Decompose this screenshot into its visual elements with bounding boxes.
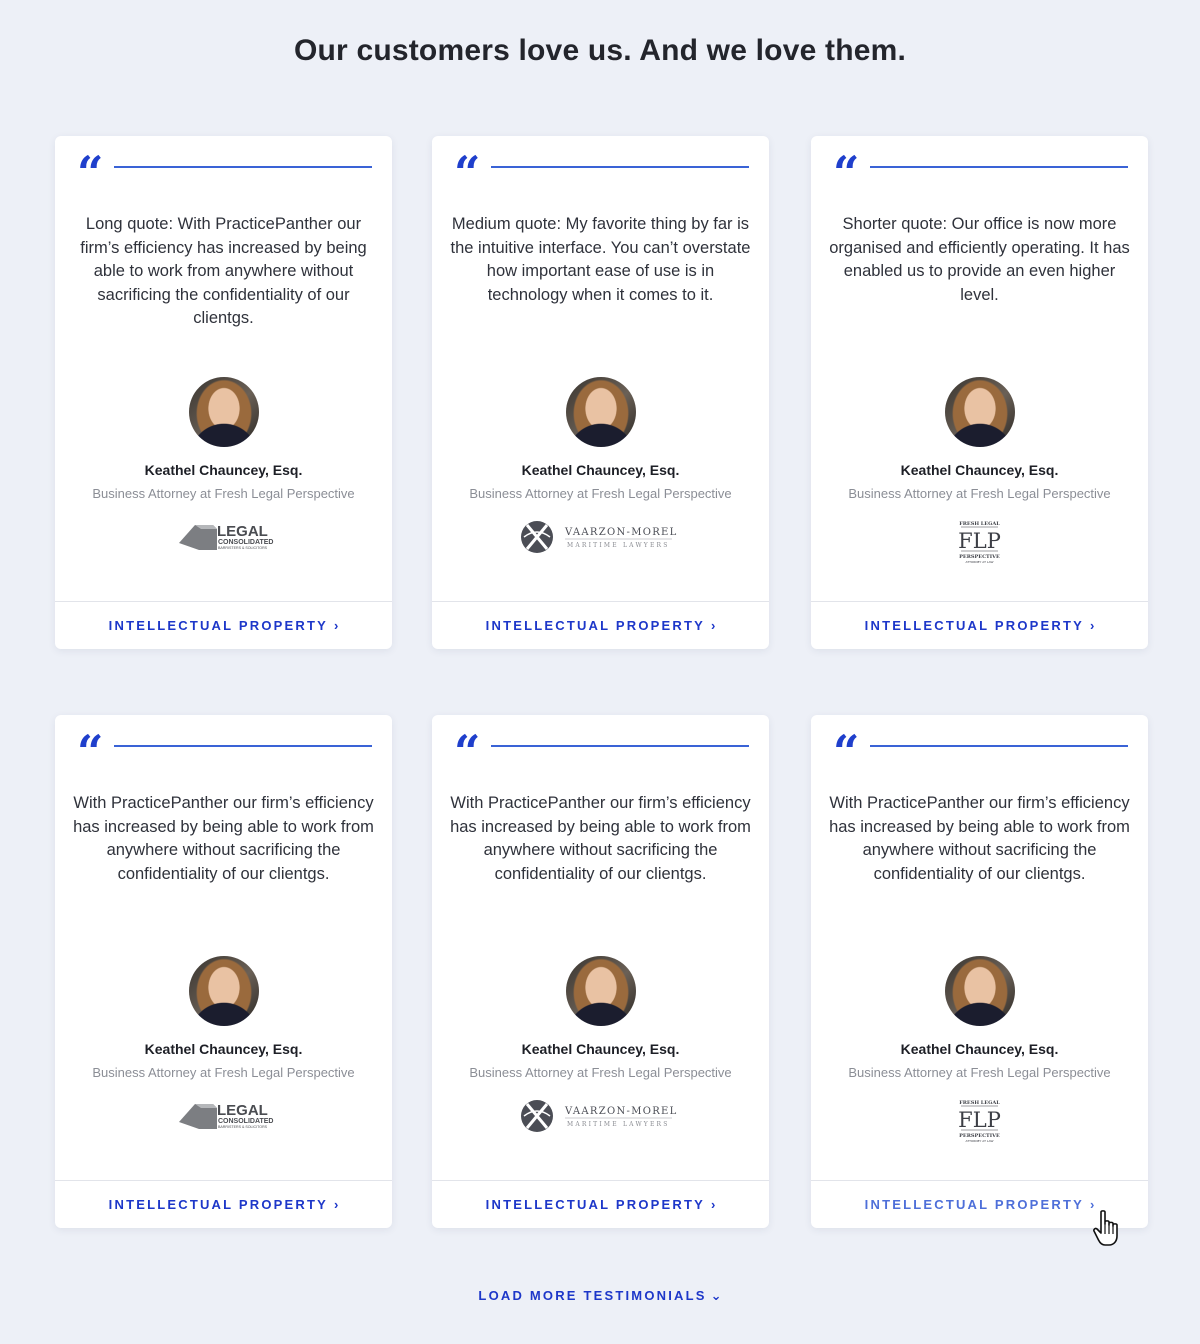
quote-open-icon: “ [454, 725, 481, 779]
person-title: Business Attorney at Fresh Legal Perspec… [848, 486, 1111, 501]
person-title: Business Attorney at Fresh Legal Perspec… [469, 486, 732, 501]
company-logo: LEGAL CONSOLIDATED BARRISTERS & SOLICITO… [55, 1095, 392, 1147]
logo-tagline: BARRISTERS & SOLICITORS [218, 1125, 268, 1129]
card-category-label[interactable]: INTELLECTUAL PROPERTY [865, 618, 1084, 633]
person-title: Business Attorney at Fresh Legal Perspec… [92, 1065, 355, 1080]
load-more-button[interactable]: LOAD MORE TESTIMONIALS ⌄ [0, 1288, 1200, 1304]
load-more-label[interactable]: LOAD MORE TESTIMONIALS [478, 1288, 706, 1303]
quote-open-icon: “ [77, 146, 104, 200]
avatar [566, 377, 636, 447]
quote-divider [491, 745, 749, 747]
person-title: Business Attorney at Fresh Legal Perspec… [469, 1065, 732, 1080]
quote-divider [114, 166, 372, 168]
chevron-right-icon: › [333, 618, 339, 633]
card-category-label[interactable]: INTELLECTUAL PROPERTY [486, 618, 705, 633]
company-logo: LEGAL CONSOLIDATED BARRISTERS & SOLICITO… [55, 516, 392, 568]
person-name: Keathel Chauncey, Esq. [144, 1041, 303, 1057]
company-logo: FRESH LEGAL FLP PERSPECTIVE ATTORNEY AT … [811, 1095, 1148, 1147]
logo-tagline: ATTORNEY AT LAW [965, 560, 993, 564]
quote-divider [870, 745, 1128, 747]
testimonial-card: “ With PracticePanther our firm’s effici… [55, 715, 392, 1228]
page-headline: Our customers love us. And we love them. [293, 34, 907, 67]
card-category-label[interactable]: INTELLECTUAL PROPERTY [486, 1197, 705, 1212]
card-category-label[interactable]: INTELLECTUAL PROPERTY [865, 1197, 1084, 1212]
logo-wordmark: VAARZON-MOREL [564, 527, 678, 538]
card-category-label[interactable]: INTELLECTUAL PROPERTY [109, 1197, 328, 1212]
testimonial-quote: With PracticePanther our firm’s efficien… [829, 794, 1130, 883]
person-name: Keathel Chauncey, Esq. [144, 462, 303, 478]
company-logo: VAARZON-MOREL MARITIME LAWYERS [432, 516, 769, 568]
logo-topline: FRESH LEGAL [959, 1100, 1000, 1106]
chevron-right-icon: › [710, 618, 716, 633]
testimonial-card: “ With PracticePanther our firm’s effici… [811, 715, 1148, 1228]
testimonial-quote: With PracticePanther our firm’s efficien… [450, 794, 751, 883]
avatar [945, 956, 1015, 1026]
logo-subline: MARITIME LAWYERS [567, 1121, 670, 1128]
avatar [189, 377, 259, 447]
logo-wordmark: VAARZON-MOREL [564, 1106, 678, 1117]
quote-divider [114, 745, 372, 747]
quote-open-icon: “ [833, 725, 860, 779]
avatar [189, 956, 259, 1026]
logo-tagline: ATTORNEY AT LAW [965, 1139, 993, 1143]
card-category-link[interactable]: INTELLECTUAL PROPERTY › [432, 601, 769, 649]
avatar [945, 377, 1015, 447]
logo-wordmark: FLP [958, 1108, 1001, 1132]
avatar [566, 956, 636, 1026]
person-name: Keathel Chauncey, Esq. [521, 462, 680, 478]
person-name: Keathel Chauncey, Esq. [521, 1041, 680, 1057]
logo-topline: FRESH LEGAL [959, 521, 1000, 527]
person-name: Keathel Chauncey, Esq. [900, 462, 1059, 478]
quote-open-icon: “ [77, 725, 104, 779]
card-category-label[interactable]: INTELLECTUAL PROPERTY [109, 618, 328, 633]
chevron-right-icon: › [1089, 618, 1095, 633]
company-logo: FRESH LEGAL FLP PERSPECTIVE ATTORNEY AT … [811, 516, 1148, 568]
testimonial-quote: With PracticePanther our firm’s efficien… [73, 794, 374, 883]
testimonial-quote: Medium quote: My favorite thing by far i… [450, 215, 751, 304]
hand-pointer-cursor-icon [1093, 1210, 1118, 1246]
card-category-link[interactable]: INTELLECTUAL PROPERTY › [55, 601, 392, 649]
logo-wordmark: LEGAL [217, 523, 268, 540]
logo-wordmark: LEGAL [217, 1102, 268, 1119]
person-title: Business Attorney at Fresh Legal Perspec… [848, 1065, 1111, 1080]
quote-divider [870, 166, 1128, 168]
company-logo: VAARZON-MOREL MARITIME LAWYERS [432, 1095, 769, 1147]
person-name: Keathel Chauncey, Esq. [900, 1041, 1059, 1057]
quote-open-icon: “ [454, 146, 481, 200]
quote-divider [491, 166, 749, 168]
logo-subline: MARITIME LAWYERS [567, 542, 670, 549]
testimonial-quote: Shorter quote: Our office is now more or… [829, 215, 1130, 304]
chevron-right-icon: › [710, 1197, 716, 1212]
chevron-right-icon: › [333, 1197, 339, 1212]
testimonial-card: “ Shorter quote: Our office is now more … [811, 136, 1148, 649]
logo-tagline: BARRISTERS & SOLICITORS [218, 546, 268, 550]
logo-wordmark: FLP [958, 529, 1001, 553]
card-category-link[interactable]: INTELLECTUAL PROPERTY › [55, 1180, 392, 1228]
quote-open-icon: “ [833, 146, 860, 200]
testimonial-card: “ With PracticePanther our firm’s effici… [432, 715, 769, 1228]
card-category-link[interactable]: INTELLECTUAL PROPERTY › [432, 1180, 769, 1228]
logo-subline: CONSOLIDATED [218, 1118, 273, 1125]
testimonial-quote: Long quote: With PracticePanther our fir… [80, 215, 367, 327]
testimonial-card: “ Medium quote: My favorite thing by far… [432, 136, 769, 649]
person-title: Business Attorney at Fresh Legal Perspec… [92, 486, 355, 501]
logo-subline: CONSOLIDATED [218, 539, 273, 546]
testimonial-card: “ Long quote: With PracticePanther our f… [55, 136, 392, 649]
card-category-link[interactable]: INTELLECTUAL PROPERTY › [811, 601, 1148, 649]
chevron-down-icon: ⌄ [710, 1288, 722, 1303]
